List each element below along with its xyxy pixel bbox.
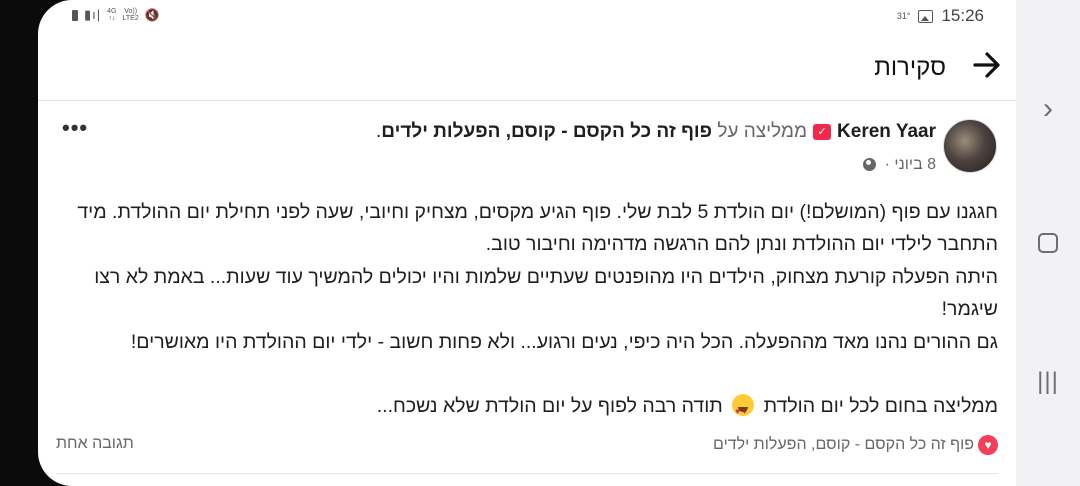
closing-text-2: תודה רבה לפוף על יום הולדת שלא נשכח... xyxy=(376,395,723,418)
clock: 15:26 xyxy=(941,6,984,25)
page-title: סקירות xyxy=(874,54,946,81)
review-meta: 8 ביוני · xyxy=(863,156,936,174)
recommends-label: ממליצה על xyxy=(717,121,808,142)
nav-home-icon[interactable] xyxy=(1016,233,1080,258)
status-bar: ▮ı| 4G ↑↓ Vo)) LTE2 🔇 31° 15:26 xyxy=(38,0,1016,34)
heart-eyes-emoji-icon xyxy=(732,394,755,428)
nav-back-chevron-icon[interactable]: › xyxy=(1016,92,1080,126)
volte-indicator: Vo)) LTE2 xyxy=(122,8,139,22)
review-footer: ♥פוף זה כל הקסם - קוסם, הפעלות ילדים תגו… xyxy=(38,427,1016,461)
review-date[interactable]: 8 ביוני xyxy=(894,156,936,173)
review-paragraph: גם ההורים נהנו מאד מההפעלה. הכל היה כיפי… xyxy=(130,330,998,353)
review-closing: ממליצה בחום לכל יום הולדת תודה רבה לפוף … xyxy=(52,390,998,428)
back-arrow-svg xyxy=(973,52,1000,78)
divider xyxy=(56,473,998,474)
network-indicator: 4G ↑↓ xyxy=(107,8,117,22)
avatar[interactable] xyxy=(943,119,997,173)
comments-count[interactable]: תגובה אחת xyxy=(56,435,134,453)
reaction-page-name: פוף זה כל הקסם - קוסם, הפעלות ילדים xyxy=(713,436,974,454)
reaction-summary[interactable]: ♥פוף זה כל הקסם - קוסם, הפעלות ילדים xyxy=(713,435,998,455)
more-options-icon[interactable]: ••• xyxy=(62,115,88,141)
mute-icon: 🔇 xyxy=(144,8,160,22)
arrow-right-icon[interactable] xyxy=(972,50,1002,87)
closing-text-1: ממליצה בחום לכל יום הולדת xyxy=(763,395,998,418)
globe-icon xyxy=(863,158,877,172)
review-paragraph: חגגנו עם פוף (המושלם!) יום הולדת 5 לבת ש… xyxy=(77,201,998,256)
status-icons-left: ▮ı| 4G ↑↓ Vo)) LTE2 🔇 xyxy=(72,7,160,23)
nav-recents-icon[interactable]: ||| xyxy=(1016,368,1080,396)
meta-separator: · xyxy=(884,156,890,173)
temperature: 31° xyxy=(896,11,911,21)
app-screen: ▮ı| 4G ↑↓ Vo)) LTE2 🔇 31° 15:26 סקירות Ker… xyxy=(38,0,1016,486)
system-nav-bar: › ||| xyxy=(1016,0,1080,486)
page-link[interactable]: פוף זה כל הקסם - קוסם, הפעלות ילדים xyxy=(381,121,712,142)
page-header: סקירות xyxy=(38,44,1016,101)
review-body: חגגנו עם פוף (המושלם!) יום הולדת 5 לבת ש… xyxy=(52,196,998,428)
author-name[interactable]: Keren Yaar xyxy=(837,121,936,142)
status-icons-right: 31° 15:26 xyxy=(897,6,984,26)
gallery-notification-icon xyxy=(918,9,934,23)
battery-saver-icon xyxy=(72,9,78,21)
review-heading: Keren Yaar ✓ ממליצה על פוף זה כל הקסם - קו… xyxy=(376,121,936,143)
heart-reaction-icon: ♥ xyxy=(978,435,998,455)
review-card: Keren Yaar ✓ ממליצה על פוף זה כל הקסם - קו… xyxy=(38,101,1016,486)
review-paragraph: היתה הפעלה קורעת מצחוק, הילדים היו מהופנ… xyxy=(94,265,998,321)
recommend-icon: ✓ xyxy=(813,123,832,140)
signal-icon: ▮ı| xyxy=(84,7,102,22)
